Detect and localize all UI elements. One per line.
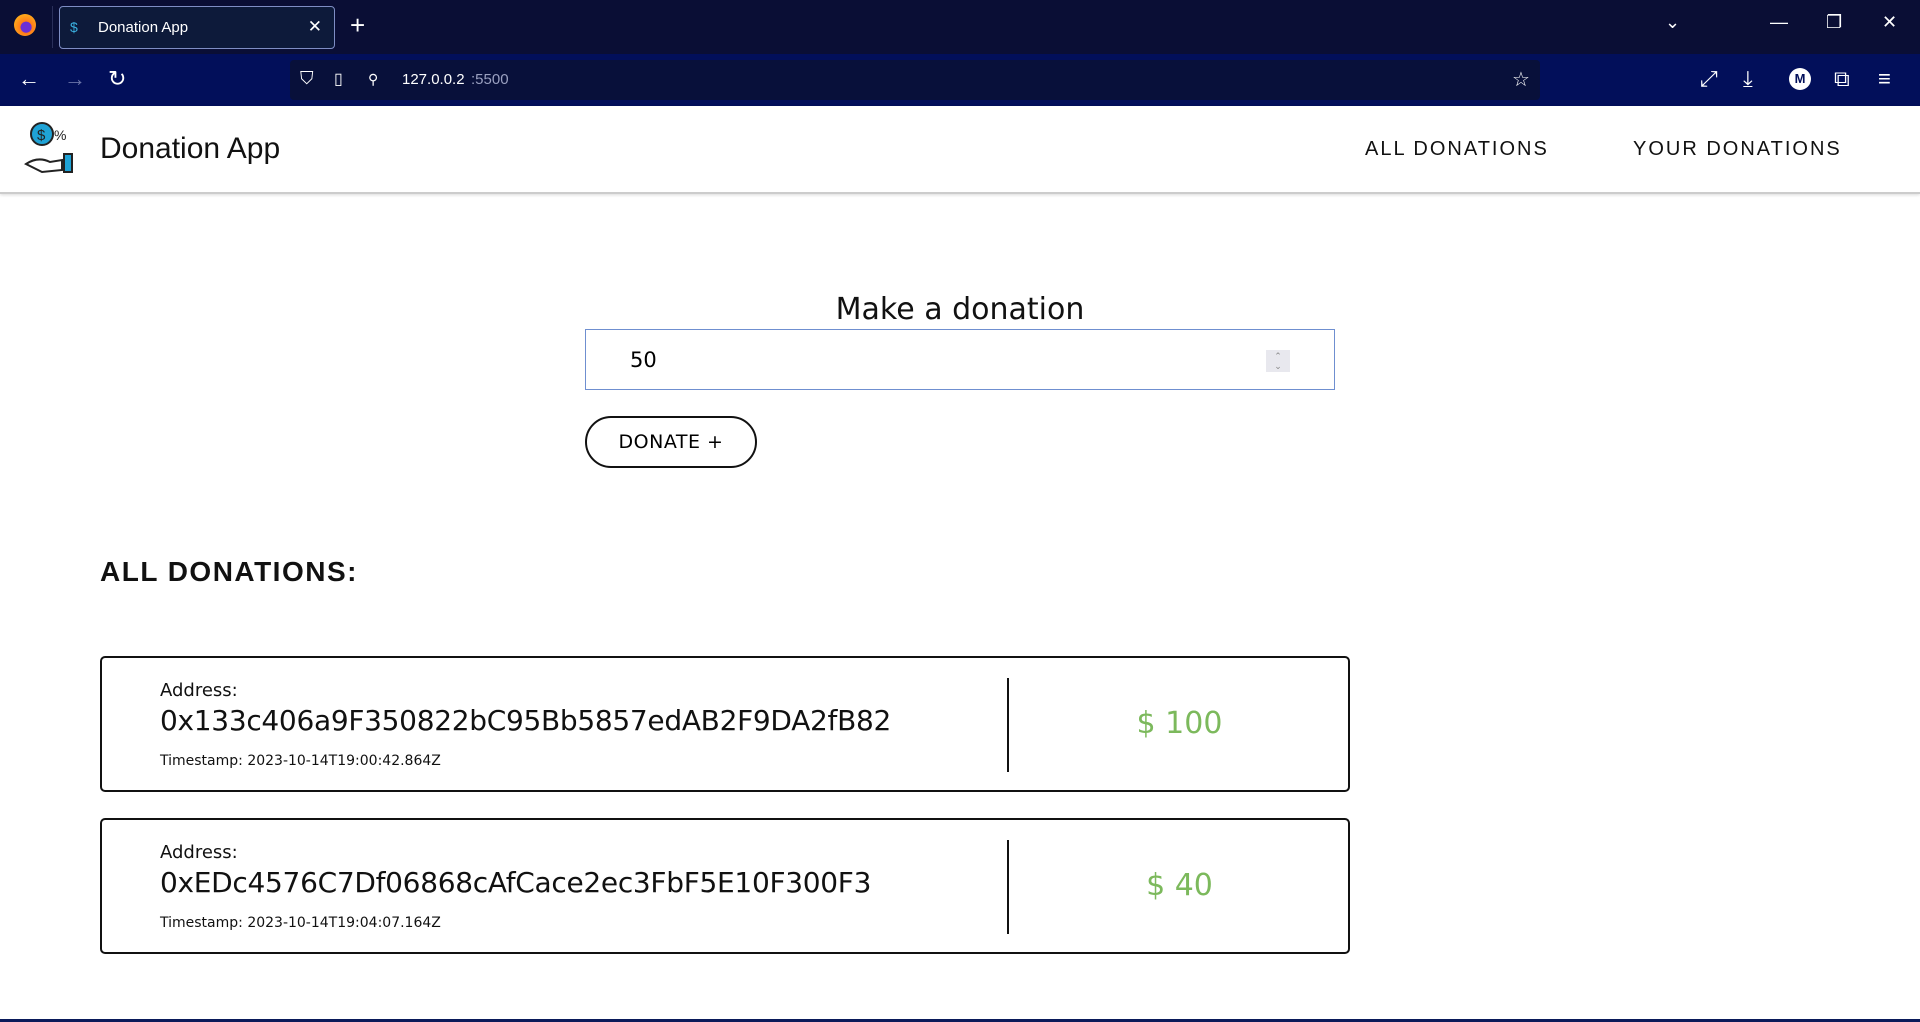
minimize-icon[interactable]: — [1770,12,1788,33]
account-avatar[interactable]: M [1789,68,1811,90]
shield-icon[interactable]: ⛉ [300,68,314,89]
tab-donation-app[interactable]: $ Donation App ✕ [59,6,335,49]
url-port: :5500 [471,71,509,88]
browser-nav-bar: ← → ↻ ⛉ ▯ ⚲ 127.0.0.2 :5500 ☆ ⤢ ⤓ M ⧉ ≡ [0,54,1920,106]
back-icon[interactable]: ← [18,66,40,92]
new-tab-icon[interactable]: + [350,10,365,40]
donation-timestamp: Timestamp: 2023-10-14T19:04:07.164Z [160,915,441,931]
extensions-icon[interactable]: ⧉ [1834,66,1850,92]
donation-form-title: Make a donation [835,292,1085,327]
donation-favicon-icon: $ [70,19,78,35]
menu-icon[interactable]: ≡ [1878,66,1891,92]
list-tabs-chevron-icon[interactable]: ⌄ [1665,12,1680,33]
donation-timestamp: Timestamp: 2023-10-14T19:00:42.864Z [160,753,441,769]
amount-input[interactable] [585,329,1335,390]
divider [52,6,53,48]
donation-logo-icon: $ % [24,122,73,174]
svg-text:%: % [54,127,66,143]
close-window-icon[interactable]: ✕ [1882,12,1897,33]
firefox-icon[interactable] [14,14,36,36]
url-bar[interactable]: ⛉ ▯ ⚲ 127.0.0.2 :5500 ☆ [290,60,1540,100]
permissions-icon[interactable]: ⚲ [368,71,378,88]
donate-button[interactable]: DONATE + [585,416,757,468]
address-label: Address: [160,842,238,863]
donation-amount: $ 100 [1136,706,1223,741]
fullscreen-icon[interactable]: ⤢ [1700,66,1718,92]
donation-card: Address: 0x133c406a9F350822bC95Bb5857edA… [100,656,1350,792]
donation-card: Address: 0xEDc4576C7Df06868cAfCace2ec3Fb… [100,818,1350,954]
donor-address: 0xEDc4576C7Df06868cAfCace2ec3FbF5E10F300… [160,866,872,899]
reload-icon[interactable]: ↻ [108,66,126,92]
app-header: $ % Donation App ALL DONATIONS YOUR DONA… [0,106,1920,194]
nav-your-donations[interactable]: YOUR DONATIONS [1633,138,1842,161]
close-tab-icon[interactable]: ✕ [308,17,322,37]
app-title: Donation App [100,132,281,165]
donor-address: 0x133c406a9F350822bC95Bb5857edAB2F9DA2fB… [160,704,892,737]
tab-title: Donation App [98,19,189,36]
address-label: Address: [160,680,238,701]
forward-icon[interactable]: → [64,66,86,92]
browser-tab-bar: $ Donation App ✕ + ⌄ — ❐ ✕ [0,0,1920,54]
restore-icon[interactable]: ❐ [1826,12,1842,33]
amount-stepper-icon[interactable]: ⌃ ⌄ [1266,350,1290,372]
url-host: 127.0.0.2 [402,71,465,88]
download-icon[interactable]: ⤓ [1743,66,1753,92]
bookmark-star-icon[interactable]: ☆ [1512,67,1530,92]
nav-all-donations[interactable]: ALL DONATIONS [1365,138,1549,161]
page-icon: ▯ [334,71,343,88]
donation-amount: $ 40 [1146,868,1213,903]
svg-text:$: $ [37,127,46,144]
all-donations-heading: ALL DONATIONS: [100,556,358,587]
